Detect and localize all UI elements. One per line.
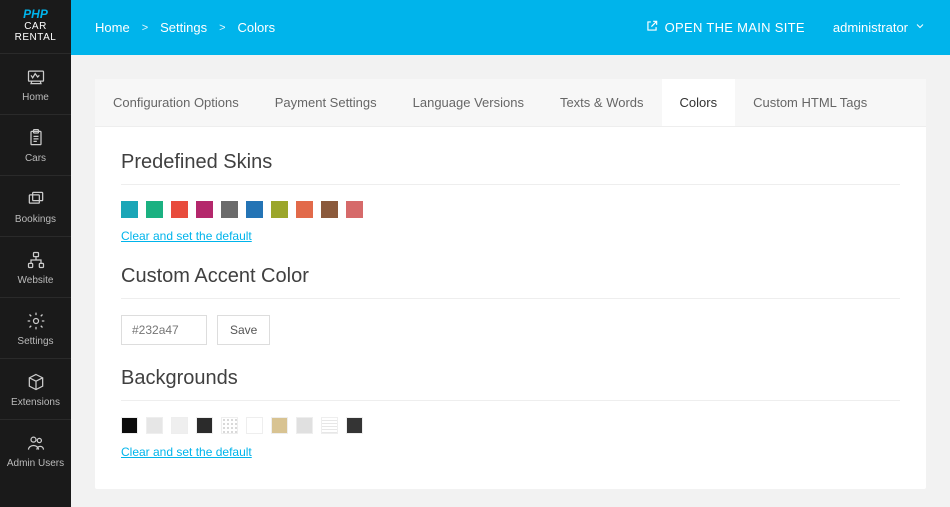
settings-card: Configuration Options Payment Settings L… (95, 79, 926, 489)
accent-color-input[interactable] (121, 315, 207, 345)
open-site-label: OPEN THE MAIN SITE (665, 20, 805, 35)
sidebar-item-label: Home (22, 92, 49, 103)
skin-swatch[interactable] (121, 201, 138, 218)
bg-swatch[interactable] (346, 417, 363, 434)
tab-payment-settings[interactable]: Payment Settings (257, 79, 395, 126)
brand-line2: CAR (0, 21, 71, 32)
sidebar-item-label: Admin Users (7, 458, 64, 469)
brand: PHP CAR RENTAL (0, 0, 71, 53)
tabs: Configuration Options Payment Settings L… (95, 79, 926, 127)
bg-swatch[interactable] (246, 417, 263, 434)
sidebar-item-admin-users[interactable]: Admin Users (0, 419, 71, 480)
breadcrumb-home[interactable]: Home (95, 20, 130, 35)
predefined-swatches (121, 201, 900, 218)
breadcrumb-settings[interactable]: Settings (160, 20, 207, 35)
users-icon (25, 432, 47, 454)
tab-colors[interactable]: Colors (662, 79, 736, 126)
bg-swatch[interactable] (271, 417, 288, 434)
tab-configuration-options[interactable]: Configuration Options (95, 79, 257, 126)
breadcrumb-colors: Colors (238, 20, 276, 35)
tab-language-versions[interactable]: Language Versions (395, 79, 542, 126)
sidebar-item-settings[interactable]: Settings (0, 297, 71, 358)
sidebar-item-label: Cars (25, 153, 46, 164)
skin-swatch[interactable] (246, 201, 263, 218)
brand-line1: PHP (0, 8, 71, 21)
bg-swatch[interactable] (221, 417, 238, 434)
main: Home > Settings > Colors OPEN THE MAIN S… (71, 0, 950, 507)
sidebar-item-cars[interactable]: Cars (0, 114, 71, 175)
sitemap-icon (25, 249, 47, 271)
brand-line3: RENTAL (0, 32, 71, 43)
skin-swatch[interactable] (321, 201, 338, 218)
sidebar-item-label: Bookings (15, 214, 56, 225)
clipboard-icon (25, 127, 47, 149)
divider (121, 400, 900, 401)
bg-swatch[interactable] (296, 417, 313, 434)
tab-texts-words[interactable]: Texts & Words (542, 79, 662, 126)
skin-swatch[interactable] (346, 201, 363, 218)
sidebar-item-extensions[interactable]: Extensions (0, 358, 71, 419)
tab-custom-html-tags[interactable]: Custom HTML Tags (735, 79, 885, 126)
external-link-icon (645, 19, 659, 36)
clear-predefined-link[interactable]: Clear and set the default (121, 229, 252, 243)
topbar: Home > Settings > Colors OPEN THE MAIN S… (71, 0, 950, 55)
divider (121, 184, 900, 185)
save-button[interactable]: Save (217, 315, 270, 345)
cube-icon (25, 371, 47, 393)
sidebar-item-website[interactable]: Website (0, 236, 71, 297)
background-swatches (121, 417, 900, 434)
bg-swatch[interactable] (121, 417, 138, 434)
sidebar-item-bookings[interactable]: Bookings (0, 175, 71, 236)
skin-swatch[interactable] (221, 201, 238, 218)
clear-backgrounds-link[interactable]: Clear and set the default (121, 445, 252, 459)
open-site-link[interactable]: OPEN THE MAIN SITE (645, 19, 805, 36)
bg-swatch[interactable] (321, 417, 338, 434)
skin-swatch[interactable] (296, 201, 313, 218)
breadcrumb: Home > Settings > Colors (95, 20, 275, 35)
user-label: administrator (833, 20, 908, 35)
divider (121, 298, 900, 299)
section-title-backgrounds: Backgrounds (121, 367, 900, 390)
skin-swatch[interactable] (171, 201, 188, 218)
sidebar-item-home[interactable]: Home (0, 53, 71, 114)
chevron-right-icon: > (142, 22, 148, 34)
chevron-right-icon: > (219, 22, 225, 34)
monitor-icon (25, 66, 47, 88)
sidebar-item-label: Extensions (11, 397, 60, 408)
skin-swatch[interactable] (146, 201, 163, 218)
gear-icon (25, 310, 47, 332)
pages-icon (25, 188, 47, 210)
sidebar: PHP CAR RENTAL Home Cars Bookings (0, 0, 71, 507)
section-title-predefined: Predefined Skins (121, 151, 900, 174)
bg-swatch[interactable] (146, 417, 163, 434)
skin-swatch[interactable] (196, 201, 213, 218)
section-title-custom-accent: Custom Accent Color (121, 265, 900, 288)
user-menu[interactable]: administrator (833, 20, 926, 35)
skin-swatch[interactable] (271, 201, 288, 218)
bg-swatch[interactable] (171, 417, 188, 434)
bg-swatch[interactable] (196, 417, 213, 434)
sidebar-item-label: Website (18, 275, 54, 286)
sidebar-item-label: Settings (17, 336, 53, 347)
chevron-down-icon (914, 20, 926, 35)
